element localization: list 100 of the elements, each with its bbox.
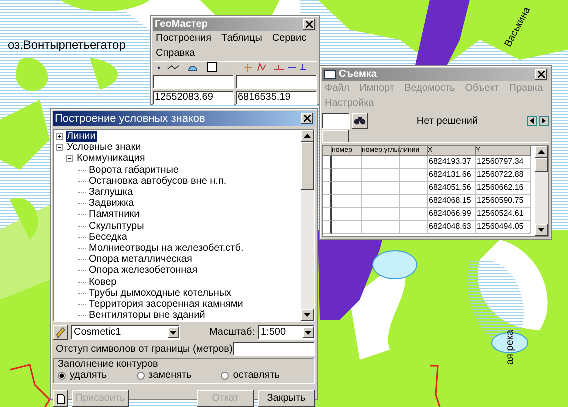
caret-down-icon[interactable] (304, 313, 311, 318)
coordinate-field[interactable] (153, 75, 234, 89)
tab[interactable] (322, 130, 349, 142)
tree-item[interactable]: Опора железобетонная (88, 265, 199, 276)
table-cell (332, 182, 362, 195)
offset-label: Отступ символов от границы (метров) (56, 344, 233, 355)
row-selector[interactable] (323, 208, 332, 221)
caret-down-icon[interactable] (538, 228, 545, 232)
table-cell: 6824068.15 (428, 195, 476, 208)
tree-item[interactable]: Коммуникация (76, 153, 146, 164)
caret-up-icon[interactable] (304, 134, 311, 138)
tree-item[interactable]: Заглушка (88, 187, 134, 198)
menu-item[interactable]: Построения (156, 32, 212, 45)
table-cell: 12560494.05 (476, 221, 531, 234)
table-cell: 12560722.88 (476, 169, 531, 182)
table-cell (400, 195, 428, 208)
row-selector[interactable] (323, 195, 332, 208)
table-cell: 6824131.66 (428, 169, 476, 182)
scrollbar[interactable] (301, 130, 314, 322)
row-selector[interactable] (323, 182, 332, 195)
dialog-button[interactable]: Закрыть (258, 390, 315, 407)
table-cell (362, 195, 400, 208)
tree-item[interactable]: Ворота габаритные (88, 164, 180, 176)
close-button[interactable] (303, 19, 315, 30)
table-cell (362, 182, 400, 195)
menu-item[interactable]: Таблицы (222, 32, 262, 45)
scale-label: Масштаб: (209, 327, 255, 338)
table-cell: 6824051.56 (428, 182, 476, 195)
scroll-thumb[interactable] (301, 142, 314, 190)
table-cell (362, 156, 400, 169)
tree-item[interactable]: Задвижка (88, 198, 136, 210)
search-field[interactable] (322, 113, 350, 129)
table-cell (400, 221, 428, 234)
table-cell (400, 208, 428, 221)
previous-button[interactable] (527, 116, 537, 126)
table-cell: 6824066.99 (428, 208, 476, 221)
table-cell: 6824048.63 (428, 221, 476, 234)
map-label: ая река (505, 330, 516, 365)
coordinate-field[interactable]: 6816535.19 (236, 91, 317, 105)
close-button[interactable] (301, 113, 313, 124)
expander-icon[interactable] (56, 133, 63, 140)
coordinate-field[interactable] (236, 75, 317, 89)
tree-item[interactable]: Территория засоренная камнями (88, 298, 244, 310)
scrollbar[interactable] (535, 146, 548, 236)
expander-icon[interactable] (56, 144, 63, 152)
tree-item[interactable]: Молниеотводы на железобет.стб. (88, 242, 245, 254)
window-title: ГеоМастер (155, 19, 209, 30)
coordinate-field[interactable]: 12552083.69 (153, 91, 234, 105)
document-icon[interactable] (56, 394, 64, 404)
menu-item[interactable]: Сервис (272, 32, 307, 45)
table-cell (362, 169, 400, 182)
tree-item[interactable]: Остановка автобусов вне н.п. (88, 176, 228, 187)
radio-option[interactable]: удалять (58, 370, 108, 382)
tree-item[interactable]: Условные знаки (66, 142, 142, 154)
table-cell (332, 169, 362, 182)
group-title: Заполнение контуров (58, 359, 160, 370)
pencil-button[interactable] (53, 325, 68, 340)
table-cell: 6824193.37 (428, 156, 476, 169)
scroll-thumb[interactable] (535, 158, 548, 172)
table-cell (332, 221, 362, 234)
row-selector[interactable] (323, 156, 332, 169)
offset-field[interactable] (232, 342, 315, 356)
table-cell (400, 169, 428, 182)
tree-item[interactable]: Ковер (88, 276, 118, 288)
row-selector[interactable] (323, 221, 332, 234)
tree-item[interactable]: Трубы дымоходные котельных (88, 288, 233, 299)
table-cell: 12560797.34 (476, 156, 531, 169)
scale-dropdown[interactable]: 1:500 (258, 325, 315, 340)
caret-down-icon[interactable] (305, 330, 312, 335)
radio-option[interactable]: заменять (136, 370, 192, 382)
window-title: Съемка (339, 69, 378, 80)
table-cell (362, 221, 400, 234)
tree-item[interactable]: Вентиляторы вне зданий (88, 310, 206, 322)
row-selector[interactable] (323, 169, 332, 182)
layer-dropdown[interactable]: Cosmetic1 (71, 325, 180, 340)
tree-item[interactable]: Опора металлическая (88, 254, 194, 266)
menu-item[interactable]: Справка (156, 47, 196, 60)
drawing-tools-icon[interactable] (156, 62, 306, 73)
window-title: Построение условных знаков (55, 112, 206, 124)
table-cell: 12560662.16 (476, 182, 531, 195)
table-cell: 12560524.61 (476, 208, 531, 221)
radio-option[interactable]: оставлять (221, 370, 280, 382)
tree-item[interactable]: Линии (66, 131, 97, 142)
caret-down-icon[interactable] (170, 330, 177, 335)
caret-up-icon[interactable] (538, 150, 545, 154)
tree-item[interactable]: Беседка (88, 232, 128, 243)
table-cell: 12560590.75 (476, 195, 531, 208)
close-button[interactable] (535, 69, 547, 80)
status-text: Нет решений (416, 116, 480, 126)
search-button[interactable] (352, 113, 368, 129)
tree-item[interactable]: Скульптуры (88, 220, 146, 232)
expander-icon[interactable] (66, 155, 73, 162)
window-icon (324, 70, 336, 79)
table-cell (332, 156, 362, 169)
document-button[interactable] (53, 390, 68, 407)
next-button[interactable] (539, 116, 549, 126)
table-cell (332, 195, 362, 208)
table-cell (332, 208, 362, 221)
map-label: оз.Вонтырпетьегатор (8, 38, 126, 52)
tree-item[interactable]: Памятники (88, 209, 141, 220)
